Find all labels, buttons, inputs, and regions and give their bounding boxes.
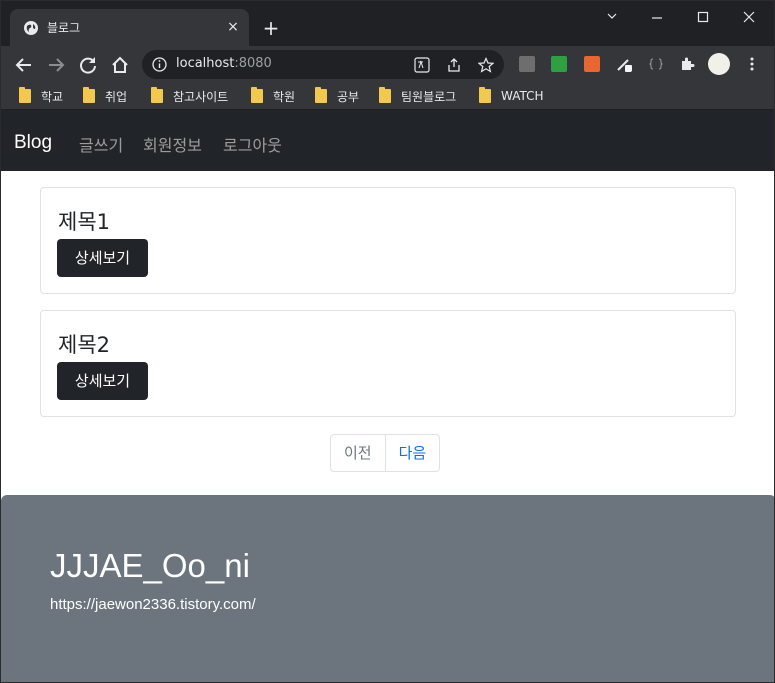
info-icon[interactable] (151, 56, 168, 73)
navbar-brand[interactable]: Blog (14, 132, 52, 154)
pagination-next-button[interactable]: 다음 (386, 435, 440, 471)
folder-icon (19, 87, 31, 103)
nav-link-write[interactable]: 글쓰기 (79, 132, 123, 156)
bookmark-label: 팀원블로그 (401, 89, 457, 104)
folder-icon (379, 87, 391, 103)
extension-i-icon[interactable] (519, 56, 535, 72)
post-card: 제목2 상세보기 (40, 310, 736, 417)
footer-link: https://jaewon2336.tistory.com/ (50, 596, 256, 613)
folder-icon (83, 87, 95, 103)
back-icon[interactable] (13, 54, 35, 76)
maximize-icon[interactable] (693, 9, 713, 25)
new-tab-button[interactable]: + (261, 18, 281, 38)
bookmark-folder[interactable]: 참고사이트 (151, 87, 229, 104)
menu-icon[interactable] (744, 56, 760, 72)
site-footer: JJJAE_Oo_ni https://jaewon2336.tistory.c… (1, 495, 774, 682)
url-port: :8080 (234, 56, 272, 71)
bookmark-label: 참고사이트 (173, 89, 229, 104)
globe-icon (24, 21, 38, 35)
footer-title: JJJAE_Oo_ni (50, 547, 250, 584)
post-title: 제목2 (58, 333, 111, 357)
detail-button[interactable]: 상세보기 (57, 362, 148, 400)
address-bar[interactable]: localhost:8080 (142, 50, 504, 79)
active-tab[interactable]: 블로그 × (10, 9, 249, 46)
bookmark-label: 학원 (273, 89, 296, 104)
nav-link-logout[interactable]: 로그아웃 (223, 132, 282, 156)
tab-title: 블로그 (47, 21, 81, 35)
extension-ex-icon[interactable] (584, 56, 600, 72)
bookmark-folder[interactable]: 학교 (19, 87, 64, 104)
tab-search-icon[interactable] (602, 9, 622, 25)
tab-strip: 블로그 × + (1, 1, 774, 46)
pagination-prev-button[interactable]: 이전 (331, 435, 386, 471)
reload-icon[interactable] (77, 54, 99, 76)
detail-button[interactable]: 상세보기 (57, 239, 148, 277)
extension-green-icon[interactable] (551, 56, 567, 72)
pagination: 이전 다음 (330, 434, 441, 472)
share-icon[interactable] (446, 57, 462, 73)
home-icon[interactable] (109, 54, 131, 76)
extension-braces-icon[interactable] (648, 56, 664, 72)
folder-icon (479, 87, 491, 103)
translate-icon[interactable] (414, 57, 430, 73)
profile-icon[interactable] (708, 53, 730, 75)
bookmark-label: 취업 (105, 89, 128, 104)
bookmark-label: 학교 (41, 89, 64, 104)
tab-close-icon[interactable]: × (225, 19, 241, 35)
bookmarks-bar: 학교 취업 참고사이트 학원 공부 팀원블로그 WATCH (1, 83, 774, 110)
browser-window: 블로그 × + localhost:8080 학교 취업 참고사이트 학원 공부… (0, 0, 775, 683)
bookmark-folder[interactable]: WATCH (479, 87, 544, 104)
folder-icon (151, 87, 163, 103)
browser-toolbar: localhost:8080 (1, 46, 774, 83)
post-title: 제목1 (58, 210, 111, 234)
extension-pen-icon[interactable] (616, 56, 632, 72)
post-card: 제목1 상세보기 (40, 187, 736, 294)
bookmark-folder[interactable]: 공부 (315, 87, 360, 104)
folder-icon (251, 87, 263, 103)
star-icon[interactable] (478, 57, 494, 73)
forward-icon[interactable] (45, 54, 67, 76)
bookmark-folder[interactable]: 학원 (251, 87, 296, 104)
minimize-icon[interactable] (647, 9, 667, 25)
url-text: localhost:8080 (176, 56, 272, 71)
bookmark-label: 공부 (337, 89, 360, 104)
nav-link-user-info[interactable]: 회원정보 (143, 132, 202, 156)
bookmark-folder[interactable]: 취업 (83, 87, 128, 104)
url-host: localhost (176, 56, 235, 71)
bookmark-folder[interactable]: 팀원블로그 (379, 87, 457, 104)
close-window-icon[interactable] (739, 9, 759, 25)
site-navbar: Blog 글쓰기 회원정보 로그아웃 (1, 110, 774, 171)
folder-icon (315, 87, 327, 103)
bookmark-label: WATCH (501, 89, 544, 103)
extensions-icon[interactable] (679, 56, 695, 72)
